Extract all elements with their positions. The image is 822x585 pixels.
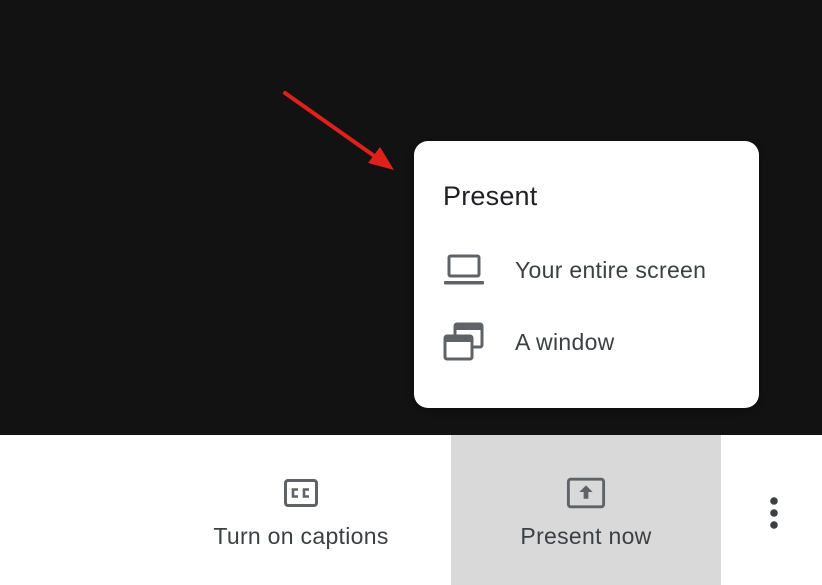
annotation-arrow-icon <box>283 91 394 170</box>
closed-captions-icon <box>281 473 321 513</box>
menu-item-window[interactable]: A window <box>414 309 759 375</box>
turn-on-captions-label: Turn on captions <box>213 523 389 549</box>
menu-item-entire-screen-label: Your entire screen <box>515 256 707 283</box>
present-now-button[interactable]: Present now <box>451 435 721 585</box>
laptop-icon <box>442 248 486 292</box>
menu-item-window-label: A window <box>515 328 615 355</box>
more-options-button[interactable] <box>754 493 794 537</box>
present-to-all-icon <box>566 473 606 513</box>
meeting-screen: Present Your entire screen A window Turn… <box>0 0 822 585</box>
turn-on-captions-button[interactable]: Turn on captions <box>181 435 421 585</box>
more-vert-icon <box>768 496 780 535</box>
present-menu-title: Present <box>443 181 538 211</box>
present-menu: Present Your entire screen A window <box>414 141 759 408</box>
menu-item-entire-screen[interactable]: Your entire screen <box>414 237 759 303</box>
present-now-label: Present now <box>520 523 652 549</box>
window-icon <box>442 320 486 364</box>
meeting-toolbar: Turn on captions Present now <box>0 435 822 585</box>
